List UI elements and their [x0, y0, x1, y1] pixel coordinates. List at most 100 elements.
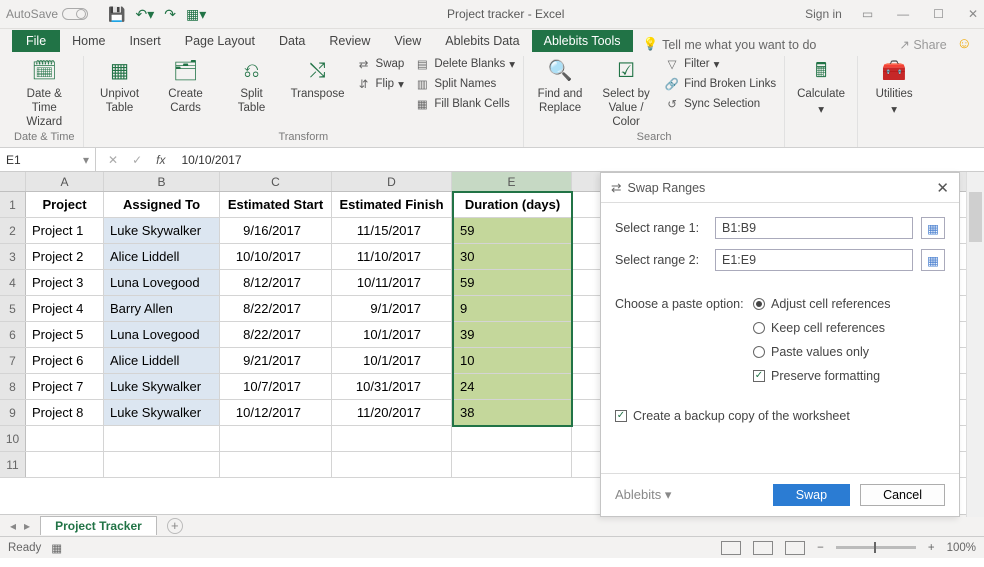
cell[interactable]: Project 3 [26, 270, 104, 295]
cell[interactable]: 9/16/2017 [220, 218, 332, 243]
col-D[interactable]: D [332, 172, 452, 191]
cell[interactable]: 30 [452, 244, 572, 269]
split-table-button[interactable]: ⎌Split Table [224, 56, 280, 116]
cell[interactable]: Project 6 [26, 348, 104, 373]
cell[interactable]: 10/7/2017 [220, 374, 332, 399]
select-all-cell[interactable] [0, 172, 26, 191]
row-header[interactable]: 4 [0, 270, 26, 295]
cell[interactable]: Barry Allen [104, 296, 220, 321]
cell[interactable]: 10/12/2017 [220, 400, 332, 425]
cell[interactable]: Alice Liddell [104, 244, 220, 269]
cell[interactable]: Project 8 [26, 400, 104, 425]
row-header[interactable]: 3 [0, 244, 26, 269]
unpivot-button[interactable]: ▦Unpivot Table [92, 56, 148, 116]
cell[interactable]: Project 1 [26, 218, 104, 243]
range1-picker-icon[interactable]: ▦ [921, 217, 945, 239]
header-cell[interactable]: Estimated Start [220, 192, 332, 217]
qat-icon[interactable]: ▦▾ [186, 6, 206, 23]
cell[interactable]: 59 [452, 270, 572, 295]
autosave-toggle[interactable]: AutoSave [6, 7, 88, 21]
zoom-slider[interactable] [836, 546, 916, 549]
cell[interactable]: 38 [452, 400, 572, 425]
cell[interactable] [26, 452, 104, 477]
tab-page-layout[interactable]: Page Layout [173, 30, 267, 52]
cell[interactable]: 24 [452, 374, 572, 399]
zoom-out-icon[interactable]: − [817, 542, 824, 554]
select-by-value-button[interactable]: ☑Select by Value / Color [598, 56, 654, 129]
opt-adjust[interactable]: Adjust cell references [753, 297, 891, 311]
transpose-button[interactable]: ⤭Transpose [290, 56, 346, 102]
create-cards-button[interactable]: 🗂Create Cards [158, 56, 214, 116]
cell[interactable] [452, 426, 572, 451]
row-header[interactable]: 11 [0, 452, 26, 477]
cell[interactable] [104, 452, 220, 477]
row-header[interactable]: 2 [0, 218, 26, 243]
cell[interactable]: Luke Skywalker [104, 400, 220, 425]
calculate-button[interactable]: 🖩Calculate▾ [793, 56, 849, 118]
row-header[interactable]: 10 [0, 426, 26, 451]
brand-label[interactable]: Ablebits ▾ [615, 487, 671, 503]
row-header[interactable]: 7 [0, 348, 26, 373]
cell[interactable] [332, 426, 452, 451]
tab-review[interactable]: Review [317, 30, 382, 52]
enter-formula-icon[interactable]: ✓ [132, 153, 142, 167]
zoom-level[interactable]: 100% [947, 542, 976, 554]
header-cell[interactable]: Duration (days) [452, 192, 572, 217]
cell[interactable]: 39 [452, 322, 572, 347]
fill-blank-cells-button[interactable]: ▦Fill Blank Cells [414, 96, 515, 112]
cell[interactable]: 11/20/2017 [332, 400, 452, 425]
range2-input[interactable]: E1:E9 [715, 249, 913, 271]
macro-icon[interactable]: ▦ [51, 541, 62, 555]
row-header[interactable]: 6 [0, 322, 26, 347]
cell[interactable] [104, 426, 220, 451]
header-cell[interactable]: Project [26, 192, 104, 217]
cell[interactable]: 11/10/2017 [332, 244, 452, 269]
sheet-tab-active[interactable]: Project Tracker [40, 516, 157, 535]
cell[interactable]: Luna Lovegood [104, 270, 220, 295]
cell[interactable]: 10/1/2017 [332, 348, 452, 373]
cell[interactable]: 9/21/2017 [220, 348, 332, 373]
view-pagelayout-icon[interactable] [753, 541, 773, 555]
fx-icon[interactable]: fx [156, 153, 165, 167]
cell[interactable]: Project 4 [26, 296, 104, 321]
sync-selection-button[interactable]: ↺Sync Selection [664, 96, 776, 112]
row-header[interactable]: 1 [0, 192, 26, 217]
swap-button[interactable]: ⇄Swap [356, 56, 405, 72]
row-header[interactable]: 8 [0, 374, 26, 399]
filter-button[interactable]: ▽Filter ▾ [664, 56, 776, 72]
cell[interactable]: Luke Skywalker [104, 374, 220, 399]
add-sheet-icon[interactable]: + [167, 518, 183, 534]
cell[interactable]: 59 [452, 218, 572, 243]
cell[interactable] [332, 452, 452, 477]
cell[interactable] [220, 426, 332, 451]
tab-file[interactable]: File [12, 30, 60, 52]
cancel-button[interactable]: Cancel [860, 484, 945, 506]
utilities-button[interactable]: 🧰Utilities▾ [866, 56, 922, 118]
cell[interactable]: 8/12/2017 [220, 270, 332, 295]
find-broken-links-button[interactable]: 🔗Find Broken Links [664, 76, 776, 92]
cell[interactable]: 11/15/2017 [332, 218, 452, 243]
range2-picker-icon[interactable]: ▦ [921, 249, 945, 271]
cell[interactable] [220, 452, 332, 477]
tab-home[interactable]: Home [60, 30, 117, 52]
signin-link[interactable]: Sign in [805, 7, 842, 21]
col-A[interactable]: A [26, 172, 104, 191]
create-backup[interactable]: ✓Create a backup copy of the worksheet [615, 409, 945, 423]
row-header[interactable]: 9 [0, 400, 26, 425]
sheet-next-icon[interactable]: ▸ [24, 519, 30, 533]
tab-data[interactable]: Data [267, 30, 317, 52]
header-cell[interactable]: Estimated Finish [332, 192, 452, 217]
undo-icon[interactable]: ↶▾ [135, 6, 154, 23]
cell[interactable]: 9 [452, 296, 572, 321]
delete-blanks-button[interactable]: ▤Delete Blanks ▾ [414, 56, 515, 72]
close-pane-icon[interactable]: ✕ [936, 179, 949, 197]
tell-me[interactable]: 💡 Tell me what you want to do [643, 37, 817, 52]
formula-input[interactable]: 10/10/2017 [177, 153, 241, 167]
row-header[interactable]: 5 [0, 296, 26, 321]
opt-values[interactable]: Paste values only [753, 345, 891, 359]
cell[interactable]: 8/22/2017 [220, 296, 332, 321]
cancel-formula-icon[interactable]: ✕ [108, 153, 118, 167]
tab-ablebits-data[interactable]: Ablebits Data [433, 30, 531, 52]
close-icon[interactable]: ✕ [968, 7, 978, 21]
cell[interactable]: Alice Liddell [104, 348, 220, 373]
